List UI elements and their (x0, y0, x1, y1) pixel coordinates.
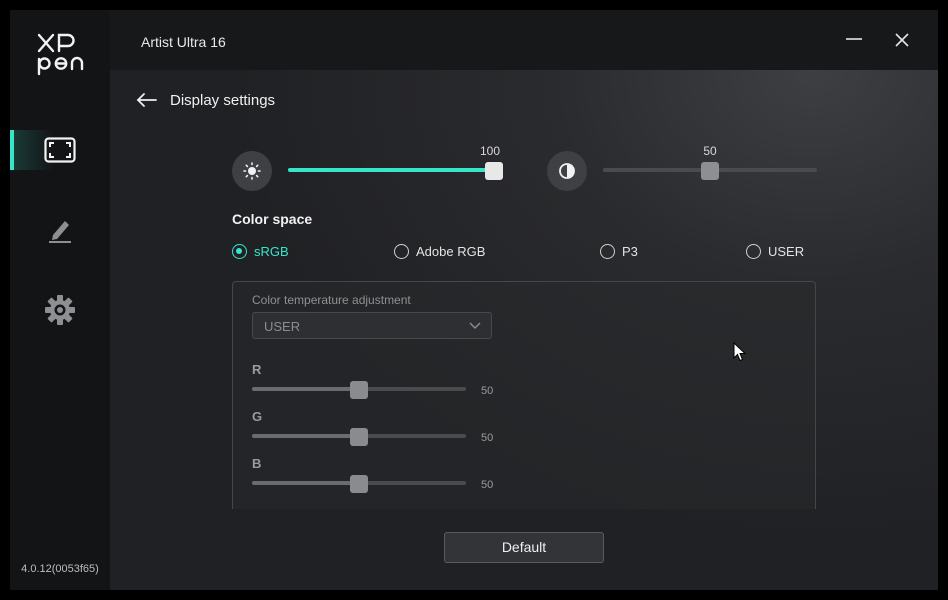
slider-thumb[interactable] (701, 162, 719, 180)
radio-p3[interactable]: P3 (600, 243, 638, 259)
radio-label: sRGB (254, 243, 289, 259)
back-arrow-icon[interactable] (136, 90, 158, 110)
sidebar-item-settings[interactable] (10, 290, 110, 330)
color-temperature-label: Color temperature adjustment (252, 293, 411, 307)
gear-icon (45, 295, 75, 325)
radio-indicator (394, 243, 409, 259)
slider-thumb[interactable] (485, 162, 503, 180)
mouse-cursor-icon (733, 342, 747, 362)
sidebar: 4.0.12(0053f65) (10, 10, 110, 590)
slider-thumb[interactable] (350, 475, 368, 493)
contrast-icon (559, 163, 575, 179)
xppen-logo (37, 33, 84, 76)
radio-adobe-rgb[interactable]: Adobe RGB (394, 243, 485, 259)
radio-label: USER (768, 243, 805, 259)
channel-b-label: B (252, 456, 262, 471)
channel-g-slider[interactable] (252, 428, 466, 446)
app-window: 4.0.12(0053f65) Artist Ultra 16 Display … (10, 10, 938, 590)
color-temperature-panel: Color temperature adjustment USER R 50 G (232, 281, 816, 509)
brightness-icon (243, 162, 261, 180)
radio-indicator (746, 243, 761, 259)
sidebar-item-pen[interactable] (10, 210, 110, 250)
radio-indicator (600, 243, 615, 259)
color-temperature-dropdown[interactable]: USER (252, 312, 492, 339)
version-label: 4.0.12(0053f65) (21, 563, 99, 575)
channel-r-value: 50 (481, 385, 494, 397)
radio-user[interactable]: USER (746, 243, 804, 259)
channel-b-slider[interactable] (252, 475, 466, 493)
sidebar-item-display[interactable] (10, 130, 110, 170)
radio-indicator (232, 243, 247, 259)
radio-srgb[interactable]: sRGB (232, 243, 289, 259)
contrast-slider[interactable] (603, 162, 817, 180)
slider-thumb[interactable] (350, 428, 368, 446)
brightness-button (232, 151, 272, 191)
channel-b-value: 50 (481, 479, 494, 491)
display-frame-icon (44, 137, 76, 163)
channel-g-label: G (252, 409, 263, 424)
pen-icon (49, 221, 71, 243)
page-title: Display settings (170, 92, 276, 109)
default-button[interactable]: Default (444, 532, 604, 563)
radio-label: Adobe RGB (416, 243, 486, 259)
channel-g-value: 50 (481, 432, 494, 444)
contrast-button (547, 151, 587, 191)
slider-fill (252, 434, 359, 438)
slider-fill (288, 168, 494, 172)
slider-fill (252, 387, 359, 391)
slider-thumb[interactable] (350, 381, 368, 399)
dropdown-value: USER (264, 319, 301, 334)
brightness-value: 100 (479, 144, 501, 158)
device-title: Artist Ultra 16 (141, 34, 226, 50)
brightness-slider[interactable] (288, 162, 503, 180)
slider-fill (252, 481, 359, 485)
radio-label: P3 (622, 243, 638, 259)
minimize-icon[interactable] (842, 28, 866, 52)
channel-r-label: R (252, 362, 262, 377)
chevron-down-icon (469, 322, 481, 329)
color-space-title: Color space (232, 211, 313, 227)
display-settings-panel: Display settings 100 50 Color space sRGB… (110, 70, 938, 590)
slider-fill (603, 168, 710, 172)
close-icon[interactable] (890, 28, 914, 52)
contrast-value: 50 (703, 144, 717, 158)
title-bar: Artist Ultra 16 (110, 10, 938, 70)
channel-r-slider[interactable] (252, 381, 466, 399)
